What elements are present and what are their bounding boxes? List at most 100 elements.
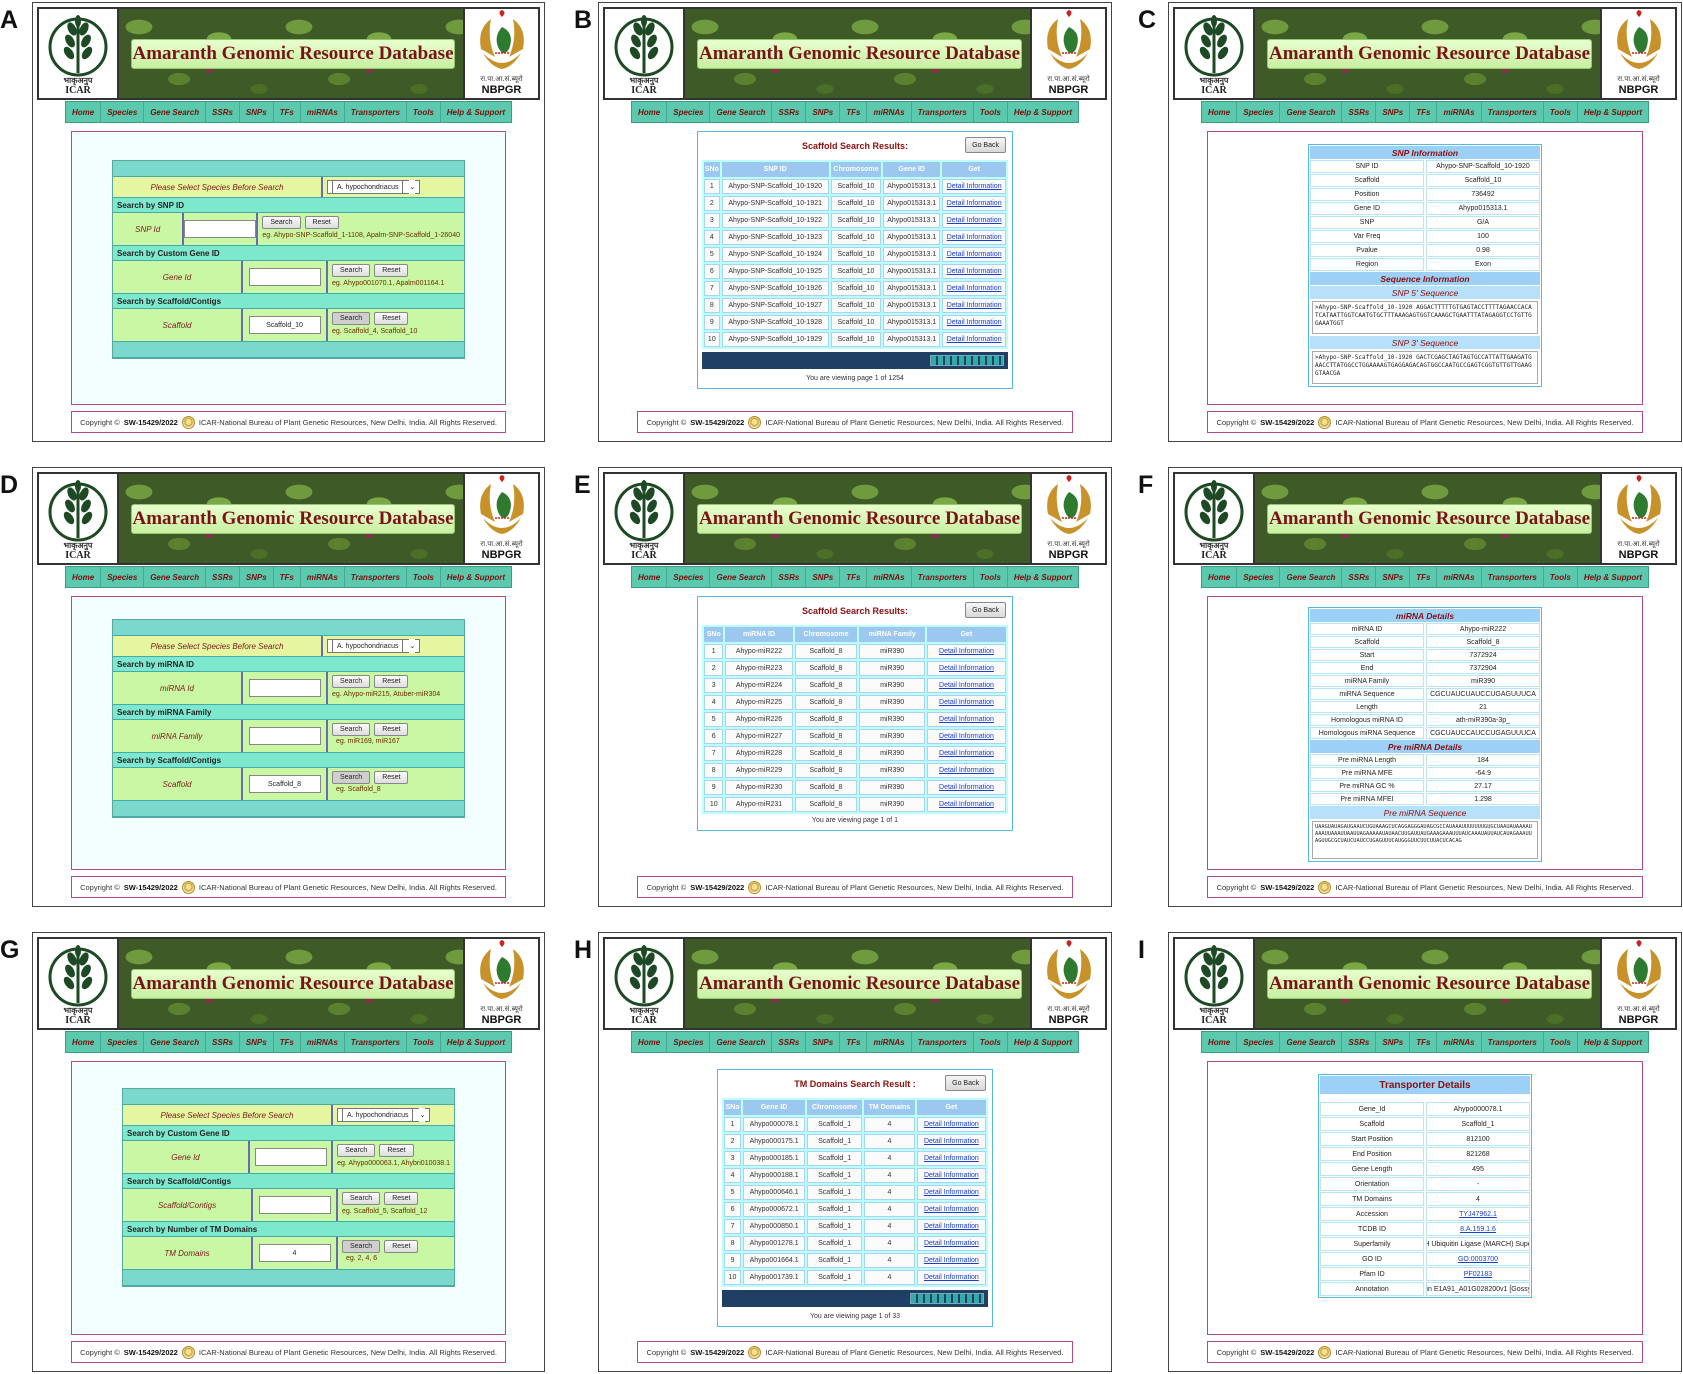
- detail-link[interactable]: GO:0003700: [1458, 1256, 1498, 1263]
- nav-item-help-support[interactable]: Help & Support: [1008, 567, 1078, 587]
- nav-item-ssrs[interactable]: SSRs: [772, 567, 807, 587]
- nav-item-species[interactable]: Species: [667, 102, 711, 122]
- detail-information-link[interactable]: Detail Information: [916, 1270, 986, 1285]
- nav-item-species[interactable]: Species: [101, 1032, 145, 1052]
- pagination-controls[interactable]: [910, 1293, 984, 1304]
- nav-item-help-support[interactable]: Help & Support: [1008, 1032, 1078, 1052]
- detail-information-link[interactable]: Detail Information: [926, 763, 1006, 778]
- nav-item-snps[interactable]: SNPs: [1376, 102, 1411, 122]
- go-back-button[interactable]: Go Back: [945, 1075, 986, 1091]
- detail-information-link[interactable]: Detail Information: [926, 661, 1006, 676]
- nav-item-mirnas[interactable]: miRNAs: [301, 102, 345, 122]
- nav-item-gene-search[interactable]: Gene Search: [1280, 102, 1343, 122]
- nav-item-transporters[interactable]: Transporters: [1482, 102, 1544, 122]
- reset-button[interactable]: Reset: [384, 1192, 419, 1205]
- detail-link[interactable]: TYJ47962.1: [1459, 1211, 1497, 1218]
- nav-item-gene-search[interactable]: Gene Search: [144, 1032, 207, 1052]
- nav-item-species[interactable]: Species: [101, 567, 145, 587]
- detail-information-link[interactable]: Detail Information: [926, 746, 1006, 761]
- nav-item-tools[interactable]: Tools: [974, 567, 1008, 587]
- nav-item-help-support[interactable]: Help & Support: [441, 102, 511, 122]
- reset-button[interactable]: Reset: [304, 216, 339, 229]
- reset-button[interactable]: Reset: [374, 675, 409, 688]
- detail-information-link[interactable]: Detail Information: [916, 1117, 986, 1132]
- detail-information-link[interactable]: Detail Information: [916, 1202, 986, 1217]
- nav-item-snps[interactable]: SNPs: [806, 102, 841, 122]
- nav-item-transporters[interactable]: Transporters: [912, 102, 974, 122]
- nav-item-tfs[interactable]: TFs: [840, 102, 868, 122]
- nav-item-home[interactable]: Home: [1202, 102, 1238, 122]
- go-back-button[interactable]: Go Back: [965, 137, 1006, 153]
- detail-information-link[interactable]: Detail Information: [942, 247, 1006, 262]
- detail-information-link[interactable]: Detail Information: [942, 281, 1006, 296]
- search-input[interactable]: [184, 220, 257, 238]
- detail-information-link[interactable]: Detail Information: [916, 1236, 986, 1251]
- nav-item-transporters[interactable]: Transporters: [912, 1032, 974, 1052]
- nav-item-ssrs[interactable]: SSRs: [1342, 567, 1377, 587]
- search-button[interactable]: Search: [342, 1240, 381, 1253]
- nav-item-transporters[interactable]: Transporters: [1482, 1032, 1544, 1052]
- nav-item-tfs[interactable]: TFs: [274, 102, 301, 122]
- nav-item-ssrs[interactable]: SSRs: [1342, 102, 1377, 122]
- nav-item-mirnas[interactable]: miRNAs: [301, 567, 345, 587]
- detail-information-link[interactable]: Detail Information: [916, 1168, 986, 1183]
- nav-item-help-support[interactable]: Help & Support: [1008, 102, 1078, 122]
- nav-item-species[interactable]: Species: [667, 1032, 711, 1052]
- nav-item-home[interactable]: Home: [66, 567, 102, 587]
- search-button[interactable]: Search: [262, 216, 301, 229]
- detail-information-link[interactable]: Detail Information: [926, 729, 1006, 744]
- nav-item-ssrs[interactable]: SSRs: [206, 567, 240, 587]
- nav-item-mirnas[interactable]: miRNAs: [867, 102, 912, 122]
- nav-item-tfs[interactable]: TFs: [274, 1032, 301, 1052]
- nav-item-transporters[interactable]: Transporters: [912, 567, 974, 587]
- search-input[interactable]: [254, 1148, 327, 1166]
- search-input[interactable]: Scaffold_10: [248, 316, 321, 334]
- nav-item-tools[interactable]: Tools: [974, 102, 1008, 122]
- nav-item-help-support[interactable]: Help & Support: [441, 567, 511, 587]
- detail-information-link[interactable]: Detail Information: [916, 1185, 986, 1200]
- nav-item-snps[interactable]: SNPs: [806, 567, 841, 587]
- nav-item-home[interactable]: Home: [1202, 567, 1238, 587]
- search-button[interactable]: Search: [337, 1144, 376, 1157]
- nav-item-ssrs[interactable]: SSRs: [1342, 1032, 1377, 1052]
- detail-information-link[interactable]: Detail Information: [942, 298, 1006, 313]
- nav-item-snps[interactable]: SNPs: [1376, 1032, 1411, 1052]
- search-input[interactable]: [248, 679, 321, 697]
- detail-information-link[interactable]: Detail Information: [942, 315, 1006, 330]
- nav-item-gene-search[interactable]: Gene Search: [710, 1032, 773, 1052]
- nav-item-ssrs[interactable]: SSRs: [772, 102, 807, 122]
- nav-item-tfs[interactable]: TFs: [1410, 102, 1438, 122]
- detail-information-link[interactable]: Detail Information: [926, 695, 1006, 710]
- search-button[interactable]: Search: [332, 723, 371, 736]
- nav-item-help-support[interactable]: Help & Support: [441, 1032, 511, 1052]
- nav-item-species[interactable]: Species: [1237, 1032, 1281, 1052]
- search-button[interactable]: Search: [332, 675, 371, 688]
- nav-item-tfs[interactable]: TFs: [274, 567, 301, 587]
- nav-item-species[interactable]: Species: [101, 102, 145, 122]
- nav-item-species[interactable]: Species: [1237, 567, 1281, 587]
- detail-information-link[interactable]: Detail Information: [916, 1219, 986, 1234]
- species-select[interactable]: A. hypochondriacus ⌄: [327, 180, 421, 194]
- nav-item-transporters[interactable]: Transporters: [345, 102, 407, 122]
- search-input[interactable]: [248, 727, 321, 745]
- nav-item-home[interactable]: Home: [66, 102, 102, 122]
- sequence-textarea[interactable]: UAAGUAUAGAUGAAUCUGUAAAGCUCAGGAGGGAUAGCGC…: [1312, 821, 1538, 859]
- nav-item-home[interactable]: Home: [1202, 1032, 1238, 1052]
- nav-item-ssrs[interactable]: SSRs: [206, 102, 240, 122]
- search-button[interactable]: Search: [332, 771, 371, 784]
- nav-item-tools[interactable]: Tools: [407, 1032, 441, 1052]
- search-input[interactable]: [258, 1196, 331, 1214]
- search-button[interactable]: Search: [342, 1192, 381, 1205]
- nav-item-snps[interactable]: SNPs: [806, 1032, 841, 1052]
- nav-item-gene-search[interactable]: Gene Search: [1280, 1032, 1343, 1052]
- nav-item-snps[interactable]: SNPs: [240, 1032, 274, 1052]
- nav-item-gene-search[interactable]: Gene Search: [144, 102, 207, 122]
- reset-button[interactable]: Reset: [374, 312, 409, 325]
- nav-item-tfs[interactable]: TFs: [840, 567, 868, 587]
- detail-link[interactable]: PF02183: [1464, 1271, 1492, 1278]
- sequence-textarea[interactable]: >Ahypo-SNP-Scaffold_10-1920 GACTCGAGCTAG…: [1312, 351, 1538, 384]
- nav-item-tools[interactable]: Tools: [974, 1032, 1008, 1052]
- nav-item-mirnas[interactable]: miRNAs: [1437, 1032, 1482, 1052]
- nav-item-snps[interactable]: SNPs: [240, 567, 274, 587]
- reset-button[interactable]: Reset: [374, 723, 409, 736]
